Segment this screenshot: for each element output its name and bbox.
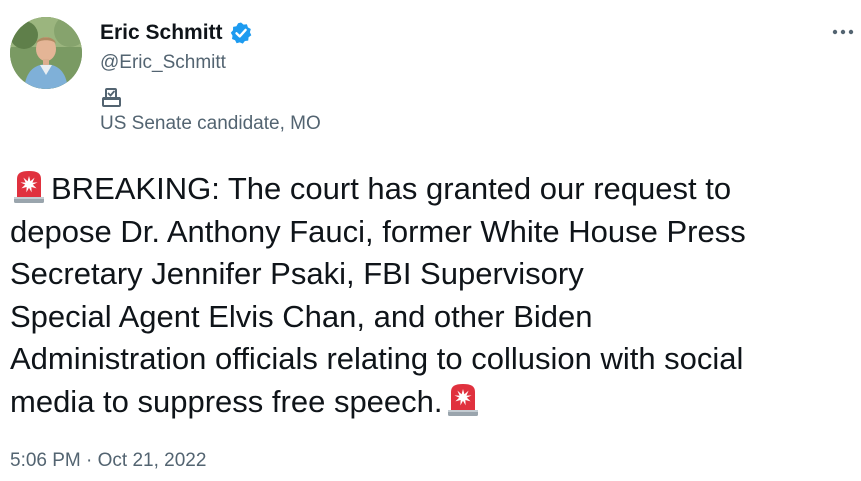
avatar[interactable]	[10, 17, 82, 89]
police-light-emoji-icon	[444, 383, 482, 417]
author-name-row[interactable]: Eric Schmitt	[100, 20, 253, 46]
tweet-text-line-1: BREAKING: The court has granted our requ…	[51, 171, 732, 206]
more-options-icon[interactable]	[829, 18, 857, 46]
police-light-emoji-icon	[10, 170, 48, 204]
tweet-card: Eric Schmitt @Eric_Schmitt US Senate can…	[0, 0, 861, 481]
author-handle[interactable]: @Eric_Schmitt	[100, 52, 226, 74]
tweet-line: depose Dr. Anthony Fauci, former White H…	[10, 213, 746, 249]
ballot-box-icon	[101, 87, 122, 108]
author-display-name[interactable]: Eric Schmitt	[100, 21, 223, 45]
tweet-line: Administration officials relating to col…	[10, 341, 744, 376]
tweet-line: BREAKING: The court has granted our requ…	[10, 168, 855, 211]
verified-badge-icon	[229, 21, 253, 45]
tweet-line: Special Agent Elvis Chan, and other Bide…	[10, 298, 593, 334]
tweet-text-line-6: media to suppress free speech.	[10, 383, 443, 419]
tweet-line: media to suppress free speech.	[10, 381, 855, 424]
tweet-line: Secretary Jennifer Psaki, FBI Supervisor…	[10, 256, 584, 291]
affiliation-label: US Senate candidate, MO	[100, 113, 321, 134]
tweet-text: BREAKING: The court has granted our requ…	[10, 168, 855, 423]
tweet-timestamp[interactable]: 5:06 PM · Oct 21, 2022	[10, 450, 206, 472]
